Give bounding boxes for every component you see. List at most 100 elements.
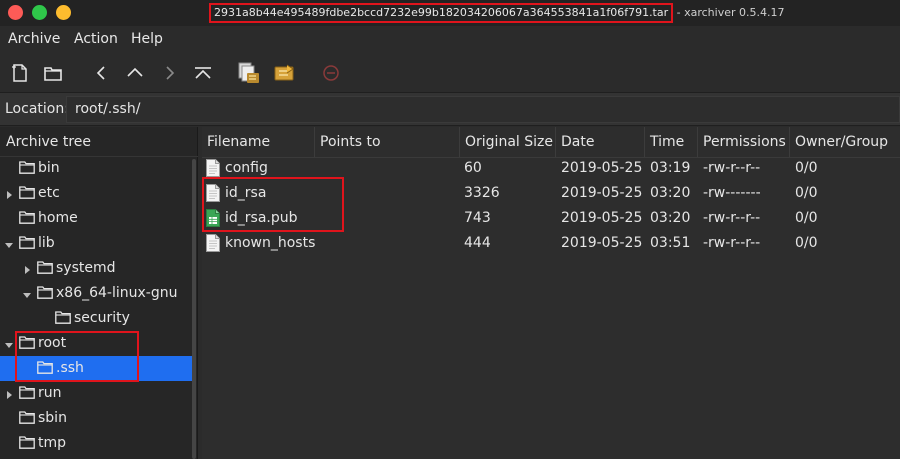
location-input[interactable]: root/.ssh/	[66, 96, 900, 123]
text-file-icon	[206, 184, 220, 202]
file-row[interactable]: known_hosts 444 2019-05-25 03:51 -rw-r--r-- 0…	[202, 231, 900, 256]
cell-time: 03:51	[650, 235, 691, 251]
folder-icon	[37, 286, 53, 299]
title-bar: 2931a8b44e495489fdbe2bccd7232e99b1820342…	[0, 0, 900, 26]
column-owner-group[interactable]: Owner/Group	[790, 127, 900, 157]
cell-date: 2019-05-25	[561, 160, 643, 176]
text-file-icon	[206, 159, 220, 177]
menu-help[interactable]: Help	[131, 31, 163, 47]
tree-item-home[interactable]: home	[0, 206, 196, 231]
tree-item-lib[interactable]: lib	[0, 231, 196, 256]
tree-item-systemd[interactable]: systemd	[0, 256, 196, 281]
tree-item-run[interactable]: run	[0, 381, 196, 406]
menu-action[interactable]: Action	[74, 31, 118, 47]
folder-icon	[19, 386, 35, 399]
back-icon[interactable]	[89, 61, 113, 85]
folder-icon	[37, 261, 53, 274]
extract-icon[interactable]	[237, 61, 261, 85]
tree-item-label: root	[38, 335, 67, 351]
folder-icon	[19, 411, 35, 424]
maximize-window-button[interactable]	[32, 5, 47, 20]
expander-right-icon[interactable]	[4, 388, 14, 399]
tree-item-label: x86_64-linux-gnu	[56, 285, 178, 301]
cell-date: 2019-05-25	[561, 235, 643, 251]
folder-icon	[19, 186, 35, 199]
tree-item-bin[interactable]: bin	[0, 156, 196, 181]
column-time[interactable]: Time	[645, 127, 698, 157]
location-bar: Location: root/.ssh/	[0, 92, 900, 126]
new-archive-icon[interactable]	[8, 61, 32, 85]
cell-original-size: 60	[464, 160, 482, 176]
minimize-window-button[interactable]	[56, 5, 71, 20]
add-icon[interactable]	[273, 61, 297, 85]
expander-down-icon[interactable]	[4, 338, 14, 348]
column-original-size[interactable]: Original Size	[460, 127, 556, 157]
tree-item-security[interactable]: security	[0, 306, 196, 331]
tree-item-label: etc	[38, 185, 60, 201]
cell-original-size: 743	[464, 210, 491, 226]
cell-owner-group: 0/0	[795, 210, 818, 226]
window-title-app: - xarchiver 0.5.4.17	[673, 6, 785, 19]
cell-owner-group: 0/0	[795, 160, 818, 176]
tree-item-label: run	[38, 385, 62, 401]
tree-item-root[interactable]: root	[0, 331, 196, 356]
expander-right-icon[interactable]	[4, 188, 14, 199]
cell-time: 03:20	[650, 185, 691, 201]
tree-item-ssh[interactable]: .ssh	[0, 356, 196, 381]
cell-original-size: 444	[464, 235, 491, 251]
expander-right-icon[interactable]	[22, 263, 32, 274]
close-window-button[interactable]	[8, 5, 23, 20]
cell-owner-group: 0/0	[795, 235, 818, 251]
archive-tree: Archive tree bin etc home lib systemd x86_64-…	[0, 127, 198, 459]
column-filename[interactable]: Filename	[202, 127, 315, 157]
folder-icon	[19, 161, 35, 174]
spreadsheet-file-icon	[206, 209, 220, 227]
folder-icon	[37, 361, 53, 374]
file-list: Filename Points to Original Size Date Ti…	[202, 127, 900, 459]
file-row[interactable]: id_rsa.pub 743 2019-05-25 03:20 -rw-r--r-- 0/…	[202, 206, 900, 231]
cell-permissions: -rw-r--r--	[703, 210, 761, 226]
tree-item-x86-64-linux-gnu[interactable]: x86_64-linux-gnu	[0, 281, 196, 306]
cell-time: 03:19	[650, 160, 691, 176]
tree-item-etc[interactable]: etc	[0, 181, 196, 206]
cell-permissions: -rw-------	[703, 185, 761, 201]
tree-item-label: tmp	[38, 435, 67, 451]
tree-item-label: systemd	[56, 260, 116, 276]
folder-icon	[19, 436, 35, 449]
tree-item-label: lib	[38, 235, 55, 251]
toolbar	[0, 54, 900, 92]
menu-archive[interactable]: Archive	[8, 31, 60, 47]
file-row[interactable]: id_rsa 3326 2019-05-25 03:20 -rw------- 0/0	[202, 181, 900, 206]
tree-scrollbar[interactable]	[192, 159, 196, 459]
up-icon[interactable]	[123, 61, 147, 85]
home-icon[interactable]	[191, 61, 215, 85]
tree-item-sbin[interactable]: sbin	[0, 406, 196, 431]
tree-item-tmp[interactable]: tmp	[0, 431, 196, 456]
column-date[interactable]: Date	[556, 127, 645, 157]
location-label: Location:	[5, 101, 69, 117]
window-title: 2931a8b44e495489fdbe2bccd7232e99b1820342…	[209, 3, 785, 23]
tree-item-label: bin	[38, 160, 60, 176]
column-points-to[interactable]: Points to	[315, 127, 460, 157]
tree-item-label: home	[38, 210, 78, 226]
expander-down-icon[interactable]	[22, 288, 32, 298]
folder-icon	[55, 311, 71, 324]
cell-original-size: 3326	[464, 185, 500, 201]
expander-down-icon[interactable]	[4, 238, 14, 248]
cell-filename: id_rsa.pub	[225, 210, 298, 226]
cell-date: 2019-05-25	[561, 210, 643, 226]
cell-permissions: -rw-r--r--	[703, 235, 761, 251]
tree-item-label: security	[74, 310, 130, 326]
cell-date: 2019-05-25	[561, 185, 643, 201]
cell-filename: id_rsa	[225, 185, 267, 201]
forward-icon	[158, 61, 182, 85]
column-permissions[interactable]: Permissions	[698, 127, 790, 157]
open-archive-icon[interactable]	[41, 61, 65, 85]
file-row[interactable]: config 60 2019-05-25 03:19 -rw-r--r-- 0/0	[202, 156, 900, 181]
folder-icon	[19, 236, 35, 249]
folder-icon	[19, 211, 35, 224]
stop-icon	[319, 61, 343, 85]
folder-icon	[19, 336, 35, 349]
cell-time: 03:20	[650, 210, 691, 226]
archive-tree-header: Archive tree	[0, 127, 198, 157]
